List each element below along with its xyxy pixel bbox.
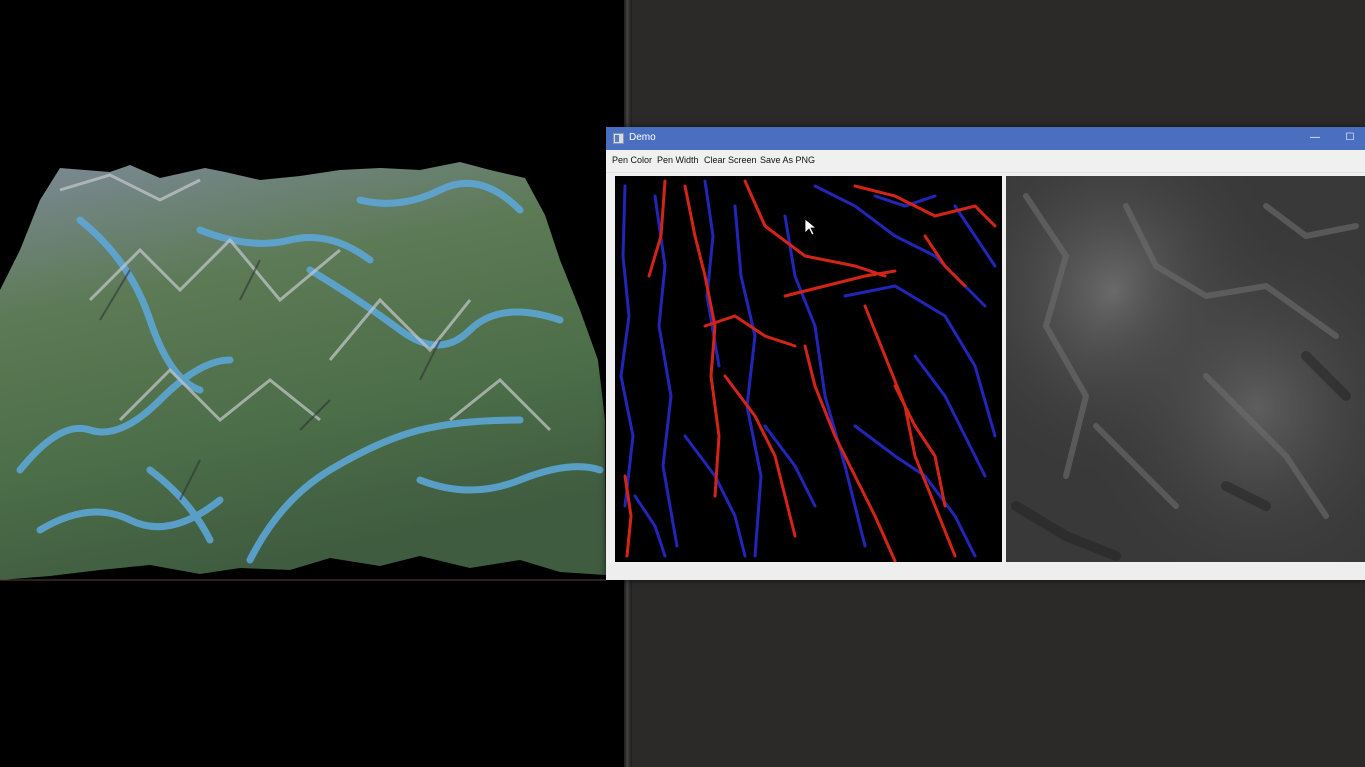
mouse-cursor-icon [804,218,818,236]
minimize-icon[interactable]: — [1308,131,1322,145]
menu-clear-screen[interactable]: Clear Screen [704,155,757,165]
title-bar[interactable]: Demo — ☐ [606,127,1365,150]
terrain-3d-viewport[interactable] [0,0,624,767]
heightmap-preview [1006,176,1365,562]
demo-window: Demo — ☐ Pen Color Pen Width Clear Scree… [606,127,1365,580]
heightmap-image [1006,176,1365,562]
menu-bar: Pen Color Pen Width Clear Screen Save As… [606,150,1365,173]
app-icon [613,133,624,144]
window-title: Demo [629,132,656,143]
menu-pen-width[interactable]: Pen Width [657,155,699,165]
menu-save-as-png[interactable]: Save As PNG [760,155,815,165]
terrain-render [0,162,606,581]
menu-pen-color[interactable]: Pen Color [612,155,652,165]
drawing-canvas[interactable] [615,176,1002,563]
pen-strokes [619,179,997,563]
maximize-icon[interactable]: ☐ [1343,131,1357,145]
status-strip [606,564,1365,580]
